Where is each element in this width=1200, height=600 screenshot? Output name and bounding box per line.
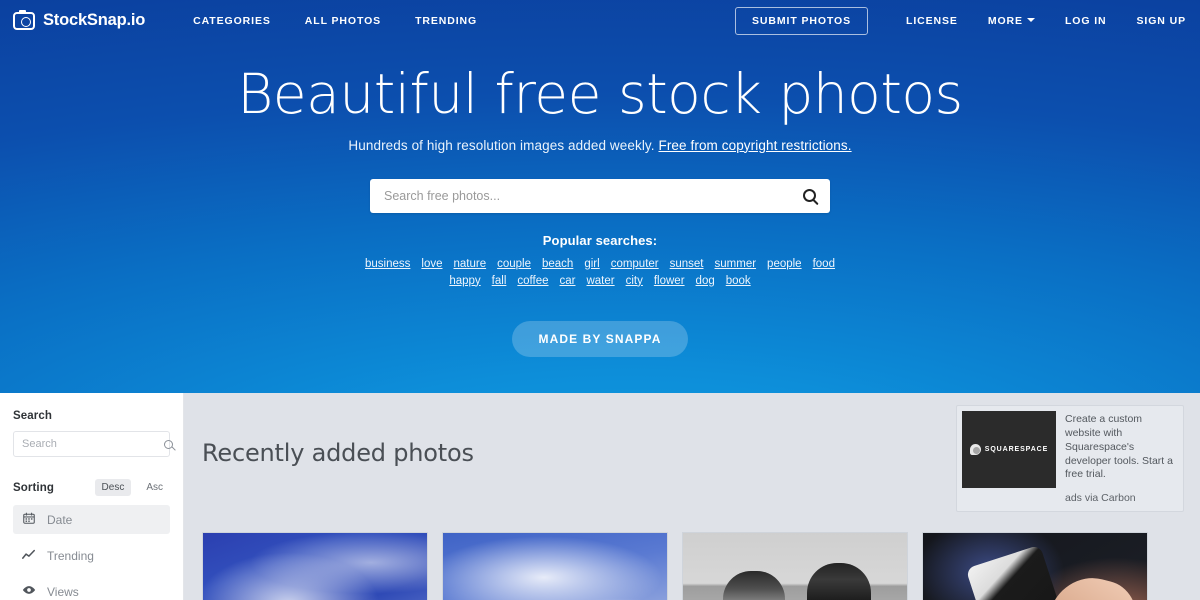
- sidebar-search-label: Search: [13, 410, 52, 422]
- eye-icon: [22, 585, 36, 598]
- sidebar-item-views[interactable]: Views: [13, 577, 170, 600]
- tag-couple[interactable]: couple: [497, 258, 531, 270]
- hero-subtitle: Hundreds of high resolution images added…: [0, 138, 1200, 153]
- carbon-ad[interactable]: SQUARESPACE Create a custom website with…: [956, 405, 1184, 513]
- tag-happy[interactable]: happy: [449, 275, 480, 287]
- tag-fall[interactable]: fall: [492, 275, 507, 287]
- page-title: Beautiful free stock photos: [237, 62, 963, 126]
- tag-beach[interactable]: beach: [542, 258, 573, 270]
- tag-love[interactable]: love: [421, 258, 442, 270]
- ad-image[interactable]: SQUARESPACE: [962, 411, 1056, 488]
- section-title: Recently added photos: [202, 439, 474, 467]
- tag-flower[interactable]: flower: [654, 275, 685, 287]
- sidebar-item-date-label: Date: [47, 512, 73, 527]
- tag-book[interactable]: book: [726, 275, 751, 287]
- camera-icon: [13, 10, 35, 30]
- ad-logo-text: SQUARESPACE: [984, 446, 1049, 453]
- photo-thumbnail[interactable]: [442, 532, 668, 600]
- tag-row-1: business love nature couple beach girl c…: [0, 258, 1200, 270]
- photo-thumbnail[interactable]: [202, 532, 428, 600]
- tag-city[interactable]: city: [626, 275, 643, 287]
- tag-water[interactable]: water: [586, 275, 614, 287]
- photo-grid: [202, 532, 1184, 600]
- submit-photos-button[interactable]: SUBMIT PHOTOS: [735, 6, 869, 35]
- content-section: Search Sorting Desc Asc Date: [0, 393, 1200, 600]
- hero-subtitle-text: Hundreds of high resolution images added…: [348, 137, 659, 153]
- sorting-row: Sorting Desc Asc: [13, 479, 170, 496]
- tag-computer[interactable]: computer: [611, 258, 659, 270]
- search-icon[interactable]: [803, 189, 816, 203]
- trending-up-icon: [22, 549, 35, 563]
- sidebar-item-date[interactable]: Date: [13, 505, 170, 534]
- copyright-link[interactable]: Free from copyright restrictions.: [658, 138, 851, 153]
- sort-asc-button[interactable]: Asc: [139, 479, 170, 496]
- tag-dog[interactable]: dog: [696, 275, 715, 287]
- tag-coffee[interactable]: coffee: [517, 275, 548, 287]
- tag-people[interactable]: people: [767, 258, 802, 270]
- popular-tags: business love nature couple beach girl c…: [0, 258, 1200, 287]
- tag-sunset[interactable]: sunset: [670, 258, 704, 270]
- tag-nature[interactable]: nature: [454, 258, 487, 270]
- tag-business[interactable]: business: [365, 258, 410, 270]
- main-content: Recently added photos SQUARESPACE Create…: [184, 393, 1200, 600]
- search-input[interactable]: [22, 438, 164, 450]
- search-icon[interactable]: [164, 439, 173, 449]
- hero-search-box[interactable]: [370, 178, 830, 213]
- sidebar-item-views-label: Views: [47, 584, 79, 599]
- sidebar-search-box[interactable]: [13, 431, 173, 457]
- ad-via-link[interactable]: ads via Carbon: [1065, 492, 1178, 506]
- tag-car[interactable]: car: [560, 275, 576, 287]
- sidebar: Search Sorting Desc Asc Date: [0, 393, 184, 600]
- made-by-snappa-button[interactable]: MADE BY SNAPPA: [511, 320, 689, 357]
- brand-logo[interactable]: StockSnap.io: [13, 10, 146, 30]
- popular-searches-label: Popular searches:: [542, 232, 658, 248]
- nav-item-more[interactable]: MORE: [988, 15, 1035, 27]
- nav-item-categories[interactable]: CATEGORIES: [193, 15, 271, 27]
- sidebar-item-trending-label: Trending: [47, 548, 94, 563]
- sidebar-item-trending[interactable]: Trending: [13, 541, 170, 570]
- hero-search-input[interactable]: [384, 188, 803, 203]
- nav-item-more-label: MORE: [987, 14, 1023, 27]
- sort-desc-button[interactable]: Desc: [94, 479, 132, 496]
- photo-thumbnail[interactable]: [922, 532, 1148, 600]
- hero-content: Beautiful free stock photos Hundreds of …: [0, 41, 1200, 357]
- sorting-label: Sorting: [13, 481, 54, 494]
- main-header: Recently added photos SQUARESPACE Create…: [202, 405, 1184, 513]
- nav-item-license[interactable]: LICENSE: [906, 15, 958, 27]
- nav-item-all-photos[interactable]: ALL PHOTOS: [305, 15, 381, 27]
- tag-girl[interactable]: girl: [584, 258, 599, 270]
- ad-body-text: Create a custom website with Squarespace…: [1065, 413, 1173, 481]
- nav-item-sign-up[interactable]: SIGN UP: [1137, 15, 1186, 27]
- hero-section: StockSnap.io CATEGORIES ALL PHOTOS TREND…: [0, 0, 1200, 393]
- secondary-nav: SUBMIT PHOTOS LICENSE MORE LOG IN SIGN U…: [735, 6, 1186, 35]
- photo-thumbnail[interactable]: [682, 532, 908, 600]
- squarespace-logo-icon: [969, 444, 981, 455]
- tag-summer[interactable]: summer: [715, 258, 757, 270]
- sort-options-list: Date Trending Views: [13, 505, 170, 600]
- sort-order-toggle: Desc Asc: [94, 479, 170, 496]
- top-navbar: StockSnap.io CATEGORIES ALL PHOTOS TREND…: [0, 0, 1200, 41]
- chevron-down-icon: [1026, 17, 1035, 22]
- nav-item-log-in[interactable]: LOG IN: [1065, 15, 1107, 27]
- primary-nav: CATEGORIES ALL PHOTOS TRENDING: [193, 15, 477, 27]
- nav-item-trending[interactable]: TRENDING: [415, 15, 477, 27]
- calendar-icon: [22, 512, 35, 527]
- tag-food[interactable]: food: [813, 258, 835, 270]
- brand-name: StockSnap.io: [43, 11, 146, 29]
- tag-row-2: happy fall coffee car water city flower …: [0, 275, 1200, 287]
- ad-copy: Create a custom website with Squarespace…: [1065, 411, 1178, 506]
